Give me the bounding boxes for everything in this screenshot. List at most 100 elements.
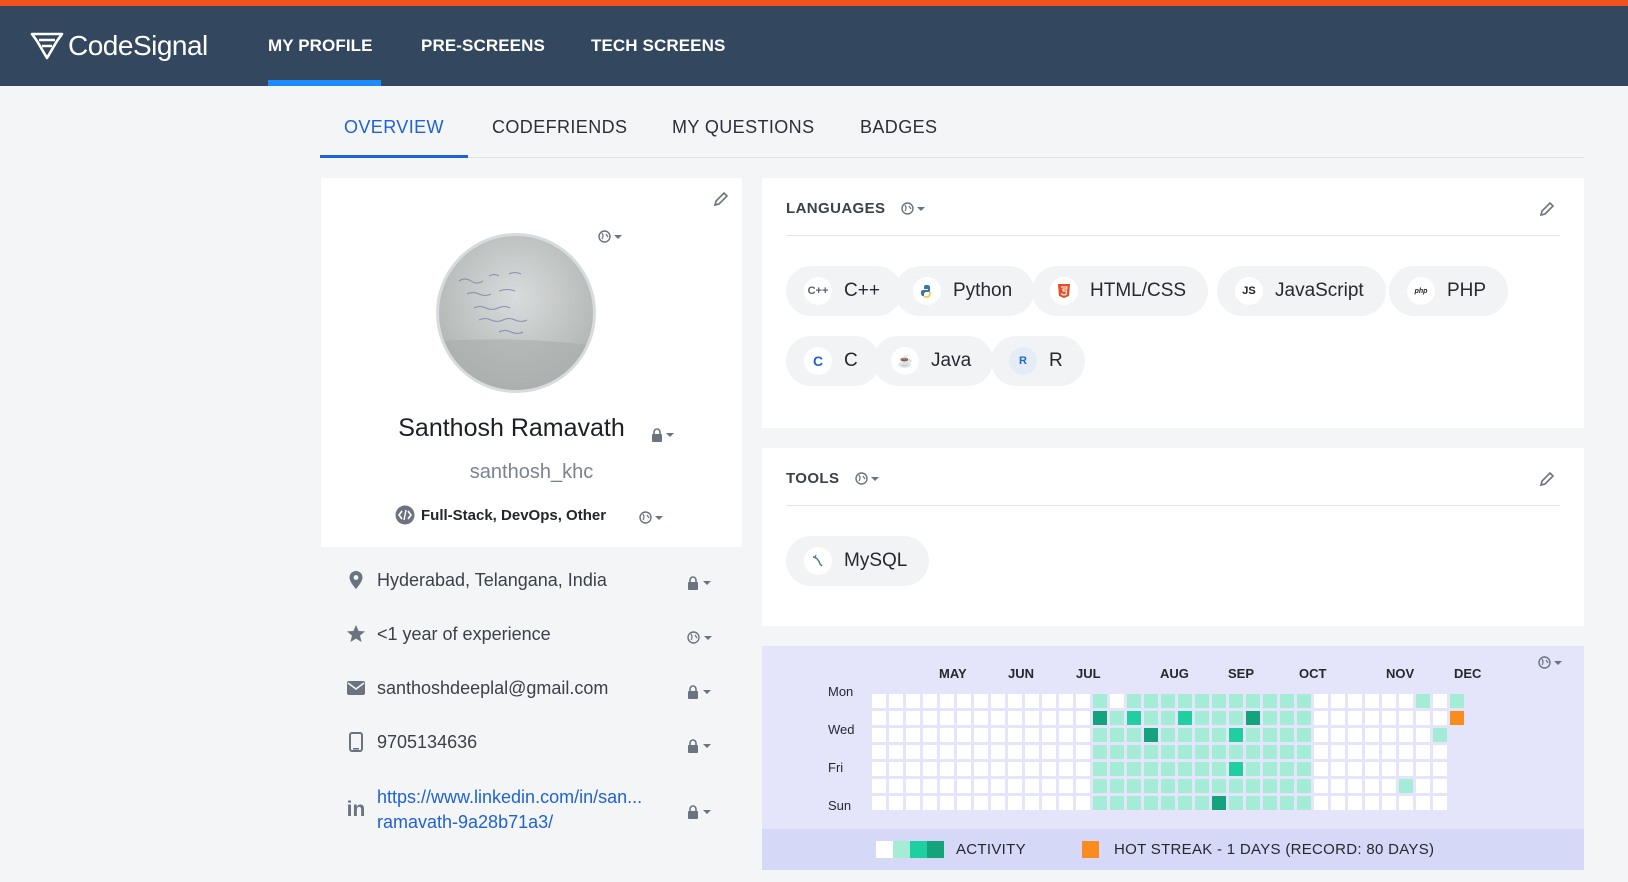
activity-day-cell[interactable]: [1297, 779, 1311, 793]
activity-day-cell[interactable]: [1076, 762, 1090, 776]
activity-day-cell[interactable]: [1348, 728, 1362, 742]
activity-day-cell[interactable]: [1246, 694, 1260, 708]
activity-day-cell[interactable]: [906, 694, 920, 708]
languages-visibility-toggle[interactable]: [901, 202, 926, 215]
activity-day-cell[interactable]: [1076, 745, 1090, 759]
activity-day-cell[interactable]: [1382, 711, 1396, 725]
activity-day-cell[interactable]: [974, 796, 988, 810]
activity-day-cell[interactable]: [1195, 728, 1209, 742]
nav-pre-screens[interactable]: PRE-SCREENS: [421, 36, 545, 56]
activity-day-cell[interactable]: [1025, 728, 1039, 742]
activity-day-cell[interactable]: [1314, 762, 1328, 776]
activity-day-cell[interactable]: [1195, 762, 1209, 776]
activity-day-cell[interactable]: [1297, 711, 1311, 725]
activity-day-cell[interactable]: [1382, 728, 1396, 742]
activity-day-cell[interactable]: [1314, 711, 1328, 725]
language-chip-php[interactable]: php PHP: [1389, 266, 1509, 316]
activity-day-cell[interactable]: [974, 745, 988, 759]
activity-day-cell[interactable]: [1195, 779, 1209, 793]
activity-day-cell[interactable]: [1076, 779, 1090, 793]
activity-day-cell[interactable]: [1127, 745, 1141, 759]
activity-day-cell[interactable]: [1399, 779, 1413, 793]
activity-day-cell[interactable]: [957, 762, 971, 776]
activity-day-cell[interactable]: [1076, 728, 1090, 742]
activity-day-cell[interactable]: [940, 796, 954, 810]
activity-day-cell[interactable]: [940, 762, 954, 776]
activity-day-cell[interactable]: [1263, 745, 1277, 759]
activity-day-cell[interactable]: [889, 711, 903, 725]
activity-day-cell[interactable]: [1212, 694, 1226, 708]
activity-day-cell[interactable]: [991, 728, 1005, 742]
activity-day-cell[interactable]: [1399, 762, 1413, 776]
roles-visibility-toggle[interactable]: [639, 511, 664, 524]
language-chip-html-css[interactable]: HTML/CSS: [1032, 266, 1209, 316]
activity-day-cell[interactable]: [1178, 728, 1192, 742]
activity-day-cell[interactable]: [1212, 762, 1226, 776]
activity-day-cell[interactable]: [1348, 779, 1362, 793]
activity-day-cell[interactable]: [1331, 779, 1345, 793]
activity-day-cell[interactable]: [1144, 762, 1158, 776]
email-visibility-toggle[interactable]: [687, 685, 712, 699]
activity-day-cell[interactable]: [1314, 796, 1328, 810]
activity-day-cell[interactable]: [940, 711, 954, 725]
activity-day-cell[interactable]: [1246, 779, 1260, 793]
activity-day-cell[interactable]: [1229, 711, 1243, 725]
experience-visibility-toggle[interactable]: [687, 631, 713, 644]
activity-day-cell[interactable]: [1127, 762, 1141, 776]
activity-day-cell[interactable]: [1178, 694, 1192, 708]
activity-day-cell[interactable]: [1416, 762, 1430, 776]
activity-day-cell[interactable]: [1399, 711, 1413, 725]
activity-day-cell[interactable]: [1025, 711, 1039, 725]
activity-day-cell[interactable]: [1059, 796, 1073, 810]
codesignal-logo[interactable]: CodeSignal: [30, 30, 208, 62]
activity-day-cell[interactable]: [1416, 745, 1430, 759]
activity-day-cell[interactable]: [1110, 762, 1124, 776]
activity-day-cell[interactable]: [957, 694, 971, 708]
activity-day-cell[interactable]: [1382, 745, 1396, 759]
activity-day-cell[interactable]: [1059, 779, 1073, 793]
activity-day-cell[interactable]: [1059, 745, 1073, 759]
activity-day-cell[interactable]: [1110, 796, 1124, 810]
language-chip-cpp[interactable]: C++ C++: [786, 266, 902, 316]
activity-day-cell[interactable]: [872, 745, 886, 759]
activity-day-cell[interactable]: [1178, 711, 1192, 725]
activity-day-cell[interactable]: [974, 728, 988, 742]
activity-day-cell[interactable]: [1433, 745, 1447, 759]
activity-day-cell[interactable]: [1280, 745, 1294, 759]
activity-day-cell[interactable]: [1331, 796, 1345, 810]
activity-day-cell[interactable]: [1280, 779, 1294, 793]
activity-day-cell[interactable]: [1093, 762, 1107, 776]
activity-day-cell[interactable]: [1297, 694, 1311, 708]
activity-day-cell[interactable]: [1042, 694, 1056, 708]
activity-day-cell[interactable]: [991, 745, 1005, 759]
activity-day-cell[interactable]: [872, 694, 886, 708]
activity-day-cell[interactable]: [1280, 728, 1294, 742]
activity-day-cell[interactable]: [1093, 779, 1107, 793]
activity-day-cell[interactable]: [1110, 711, 1124, 725]
activity-day-cell[interactable]: [1127, 796, 1141, 810]
activity-day-cell[interactable]: [1195, 745, 1209, 759]
activity-day-cell[interactable]: [1365, 745, 1379, 759]
location-visibility-toggle[interactable]: [687, 576, 712, 590]
activity-day-cell[interactable]: [1263, 711, 1277, 725]
activity-visibility-toggle[interactable]: [1538, 656, 1563, 669]
activity-day-cell[interactable]: [1008, 728, 1022, 742]
activity-day-cell[interactable]: [1416, 711, 1430, 725]
activity-day-cell[interactable]: [1161, 728, 1175, 742]
activity-day-cell[interactable]: [1042, 779, 1056, 793]
activity-day-cell[interactable]: [1280, 711, 1294, 725]
activity-day-cell[interactable]: [1331, 762, 1345, 776]
activity-day-cell[interactable]: [1110, 745, 1124, 759]
activity-day-cell[interactable]: [1348, 745, 1362, 759]
activity-day-cell[interactable]: [1093, 711, 1107, 725]
activity-day-cell[interactable]: [889, 745, 903, 759]
activity-day-cell[interactable]: [1399, 694, 1413, 708]
activity-day-cell[interactable]: [991, 711, 1005, 725]
activity-day-cell[interactable]: [957, 745, 971, 759]
activity-day-cell[interactable]: [1059, 728, 1073, 742]
activity-day-cell[interactable]: [1297, 762, 1311, 776]
tab-overview[interactable]: OVERVIEW: [344, 117, 444, 138]
activity-day-cell[interactable]: [1093, 745, 1107, 759]
activity-day-cell[interactable]: [1008, 796, 1022, 810]
activity-day-cell[interactable]: [1110, 779, 1124, 793]
